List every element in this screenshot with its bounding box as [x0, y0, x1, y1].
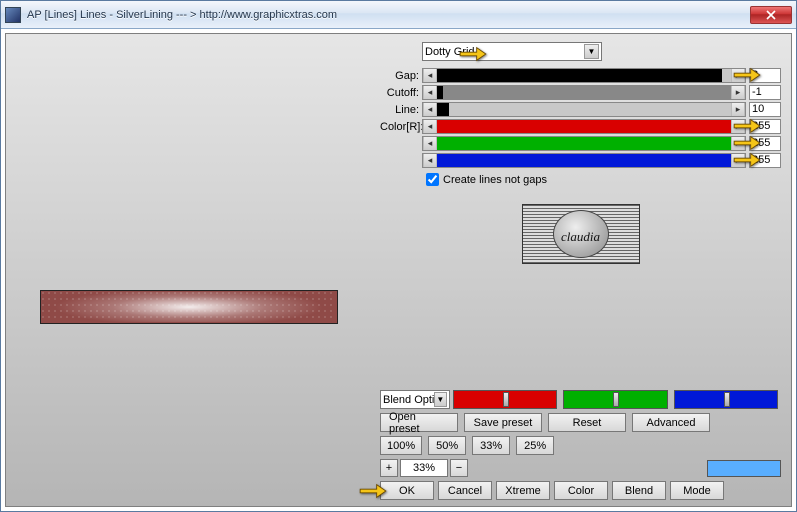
color-g-track[interactable] [437, 137, 731, 150]
branding-logo: claudia [522, 204, 640, 264]
blend-option-dropdown[interactable]: Blend Optio ▼ [380, 390, 450, 409]
gap-label: Gap: [380, 70, 422, 82]
color-r-slider[interactable]: ◂ ▸ [422, 119, 746, 134]
mode-button[interactable]: Mode [670, 481, 724, 500]
line-row: Line: ◂ ▸ 10 [380, 101, 781, 118]
color-r-value[interactable]: 255 [749, 119, 781, 134]
cutoff-slider[interactable]: ◂ ▸ [422, 85, 746, 100]
arrow-right-icon[interactable]: ▸ [731, 137, 745, 150]
color-r-label: Color[R]: [380, 121, 422, 133]
dialog-window: AP [Lines] Lines - SilverLining --- > ht… [0, 0, 797, 512]
color-g-row: ◂ ▸ 255 [380, 135, 781, 152]
globe-icon: claudia [553, 210, 609, 258]
arrow-right-icon[interactable]: ▸ [731, 86, 745, 99]
close-icon [766, 10, 776, 20]
color-g-value[interactable]: 255 [749, 136, 781, 151]
zoom-preset-row: 100% 50% 33% 25% [380, 436, 781, 455]
cutoff-value[interactable]: -1 [749, 85, 781, 100]
gap-row: Gap: ◂ ▸ 8 [380, 67, 781, 84]
line-label: Line: [380, 104, 422, 116]
gap-value[interactable]: 8 [749, 68, 781, 83]
zoom-25-button[interactable]: 25% [516, 436, 554, 455]
zoom-row: + 33% − [380, 459, 781, 477]
cutoff-fill [437, 86, 443, 99]
color-r-row: Color[R]: ◂ ▸ 255 [380, 118, 781, 135]
arrow-right-icon[interactable]: ▸ [731, 120, 745, 133]
blue-slider[interactable] [674, 390, 778, 409]
zoom-out-button[interactable]: − [450, 459, 468, 477]
color-b-slider[interactable]: ◂ ▸ [422, 153, 746, 168]
controls-pane: Dotty Grid ▼ Gap: ◂ ▸ 8 [376, 34, 791, 506]
blend-rgb-row: Blend Optio ▼ [380, 390, 781, 409]
red-slider[interactable] [453, 390, 557, 409]
arrow-left-icon[interactable]: ◂ [423, 154, 437, 167]
cancel-button[interactable]: Cancel [438, 481, 492, 500]
line-fill [437, 103, 449, 116]
dialog-body: Dotty Grid ▼ Gap: ◂ ▸ 8 [5, 33, 792, 507]
preview-image [40, 290, 338, 324]
open-preset-button[interactable]: Open preset [380, 413, 458, 432]
reset-button[interactable]: Reset [548, 413, 626, 432]
zoom-100-button[interactable]: 100% [380, 436, 422, 455]
cutoff-row: Cutoff: ◂ ▸ -1 [380, 84, 781, 101]
arrow-left-icon[interactable]: ◂ [423, 137, 437, 150]
ok-button[interactable]: OK [380, 481, 434, 500]
window-title: AP [Lines] Lines - SilverLining --- > ht… [27, 9, 750, 21]
color-g-slider[interactable]: ◂ ▸ [422, 136, 746, 151]
color-button[interactable]: Color [554, 481, 608, 500]
preview-pane [6, 34, 376, 506]
preset-dropdown[interactable]: Dotty Grid ▼ [422, 42, 602, 61]
slider-knob[interactable] [724, 392, 730, 407]
create-lines-row: Create lines not gaps [380, 173, 781, 186]
color-b-value[interactable]: 255 [749, 153, 781, 168]
lower-controls: Blend Optio ▼ Open preset Save preset Re… [380, 390, 781, 500]
blend-option-selected: Blend Optio [383, 394, 434, 406]
blend-button[interactable]: Blend [612, 481, 666, 500]
chevron-down-icon: ▼ [584, 44, 599, 59]
color-b-track[interactable] [437, 154, 731, 167]
line-value[interactable]: 10 [749, 102, 781, 117]
zoom-33-button[interactable]: 33% [472, 436, 510, 455]
app-icon [5, 7, 21, 23]
titlebar[interactable]: AP [Lines] Lines - SilverLining --- > ht… [1, 1, 796, 29]
arrow-left-icon[interactable]: ◂ [423, 120, 437, 133]
logo-text: claudia [544, 229, 618, 245]
arrow-left-icon[interactable]: ◂ [423, 103, 437, 116]
create-lines-checkbox[interactable] [426, 173, 439, 186]
green-slider[interactable] [563, 390, 667, 409]
footer-buttons-row: OK Cancel Xtreme Color Blend Mode [380, 481, 781, 500]
arrow-right-icon[interactable]: ▸ [731, 154, 745, 167]
line-slider[interactable]: ◂ ▸ [422, 102, 746, 117]
preview-dots-overlay [42, 292, 336, 322]
color-r-track[interactable] [437, 120, 731, 133]
arrow-right-icon[interactable]: ▸ [731, 69, 745, 82]
gap-slider[interactable]: ◂ ▸ [422, 68, 746, 83]
line-track[interactable] [437, 103, 731, 116]
create-lines-label: Create lines not gaps [443, 174, 547, 186]
color-swatch[interactable] [707, 460, 781, 477]
preset-selected: Dotty Grid [425, 46, 475, 58]
arrow-right-icon[interactable]: ▸ [731, 103, 745, 116]
cutoff-track[interactable] [437, 86, 731, 99]
gap-track[interactable] [437, 69, 731, 82]
zoom-50-button[interactable]: 50% [428, 436, 466, 455]
cutoff-label: Cutoff: [380, 87, 422, 99]
slider-knob[interactable] [503, 392, 509, 407]
preset-buttons-row: Open preset Save preset Reset Advanced [380, 413, 781, 432]
advanced-button[interactable]: Advanced [632, 413, 710, 432]
xtreme-button[interactable]: Xtreme [496, 481, 550, 500]
save-preset-button[interactable]: Save preset [464, 413, 542, 432]
arrow-left-icon[interactable]: ◂ [423, 69, 437, 82]
chevron-down-icon: ▼ [434, 392, 447, 407]
zoom-in-button[interactable]: + [380, 459, 398, 477]
zoom-value[interactable]: 33% [400, 459, 448, 477]
gap-fill [437, 69, 722, 82]
arrow-left-icon[interactable]: ◂ [423, 86, 437, 99]
slider-knob[interactable] [613, 392, 619, 407]
color-b-row: ◂ ▸ 255 [380, 152, 781, 169]
close-button[interactable] [750, 6, 792, 24]
